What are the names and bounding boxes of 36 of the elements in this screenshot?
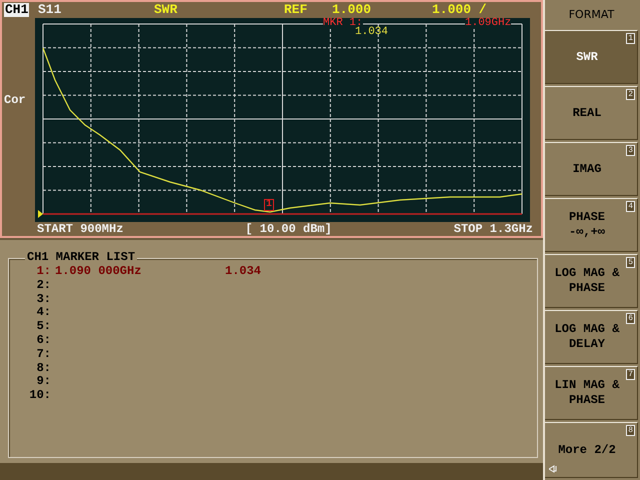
marker-index: 3: [36,292,51,306]
marker-frequency: 1.090 000GHz [55,265,142,279]
softkey-button[interactable]: 8 More 2/2 [545,422,638,478]
stop-frequency: STOP 1.3GHz [454,222,533,236]
marker-index: 2: [36,278,51,293]
marker-index: 6: [36,334,51,348]
softkey-button[interactable]: 4 PHASE -∞,+∞ [545,198,638,252]
marker-value: 1.034 [225,265,262,279]
scale-value: 1.000 / [432,3,487,17]
softkey-button[interactable]: 2 REAL [545,86,638,140]
marker-frequency: 1.09GHz [465,18,512,29]
marker-index: 7: [36,348,51,362]
marker-index: 4: [36,306,51,320]
softkey-button[interactable]: 1 SWR [545,30,638,84]
marker-index: 10: [28,389,51,403]
back-arrow-icon [549,465,557,473]
softkey-button[interactable]: 7 LIN MAG & PHASE [545,366,638,420]
ref-label: REF [284,3,308,17]
source-power: [ 10.00 dBm] [245,222,332,236]
format-label: SWR [154,3,178,17]
ref-value: 1.000 [332,3,372,17]
marker-index: 1: [36,265,51,279]
start-frequency: START 900MHz [37,222,124,236]
softkey-button[interactable]: 6 LOG MAG & DELAY [545,310,638,364]
menu-title: FORMAT [568,6,616,22]
parameter-label: S11 [38,3,62,17]
marker-index: 8: [36,362,51,376]
marker-index: 9: [36,375,51,390]
marker-index: 5: [36,320,51,334]
reference-pointer-icon [38,210,43,218]
softkey-button[interactable]: 5 LOG MAG & PHASE [545,254,638,308]
correction-label: Cor [3,92,27,109]
channel-label: CH1 [4,3,30,17]
marker-flag: 1 [264,199,274,211]
marker-value: 1.034 [355,26,388,38]
softkey-button[interactable]: 3 IMAG [545,142,638,196]
